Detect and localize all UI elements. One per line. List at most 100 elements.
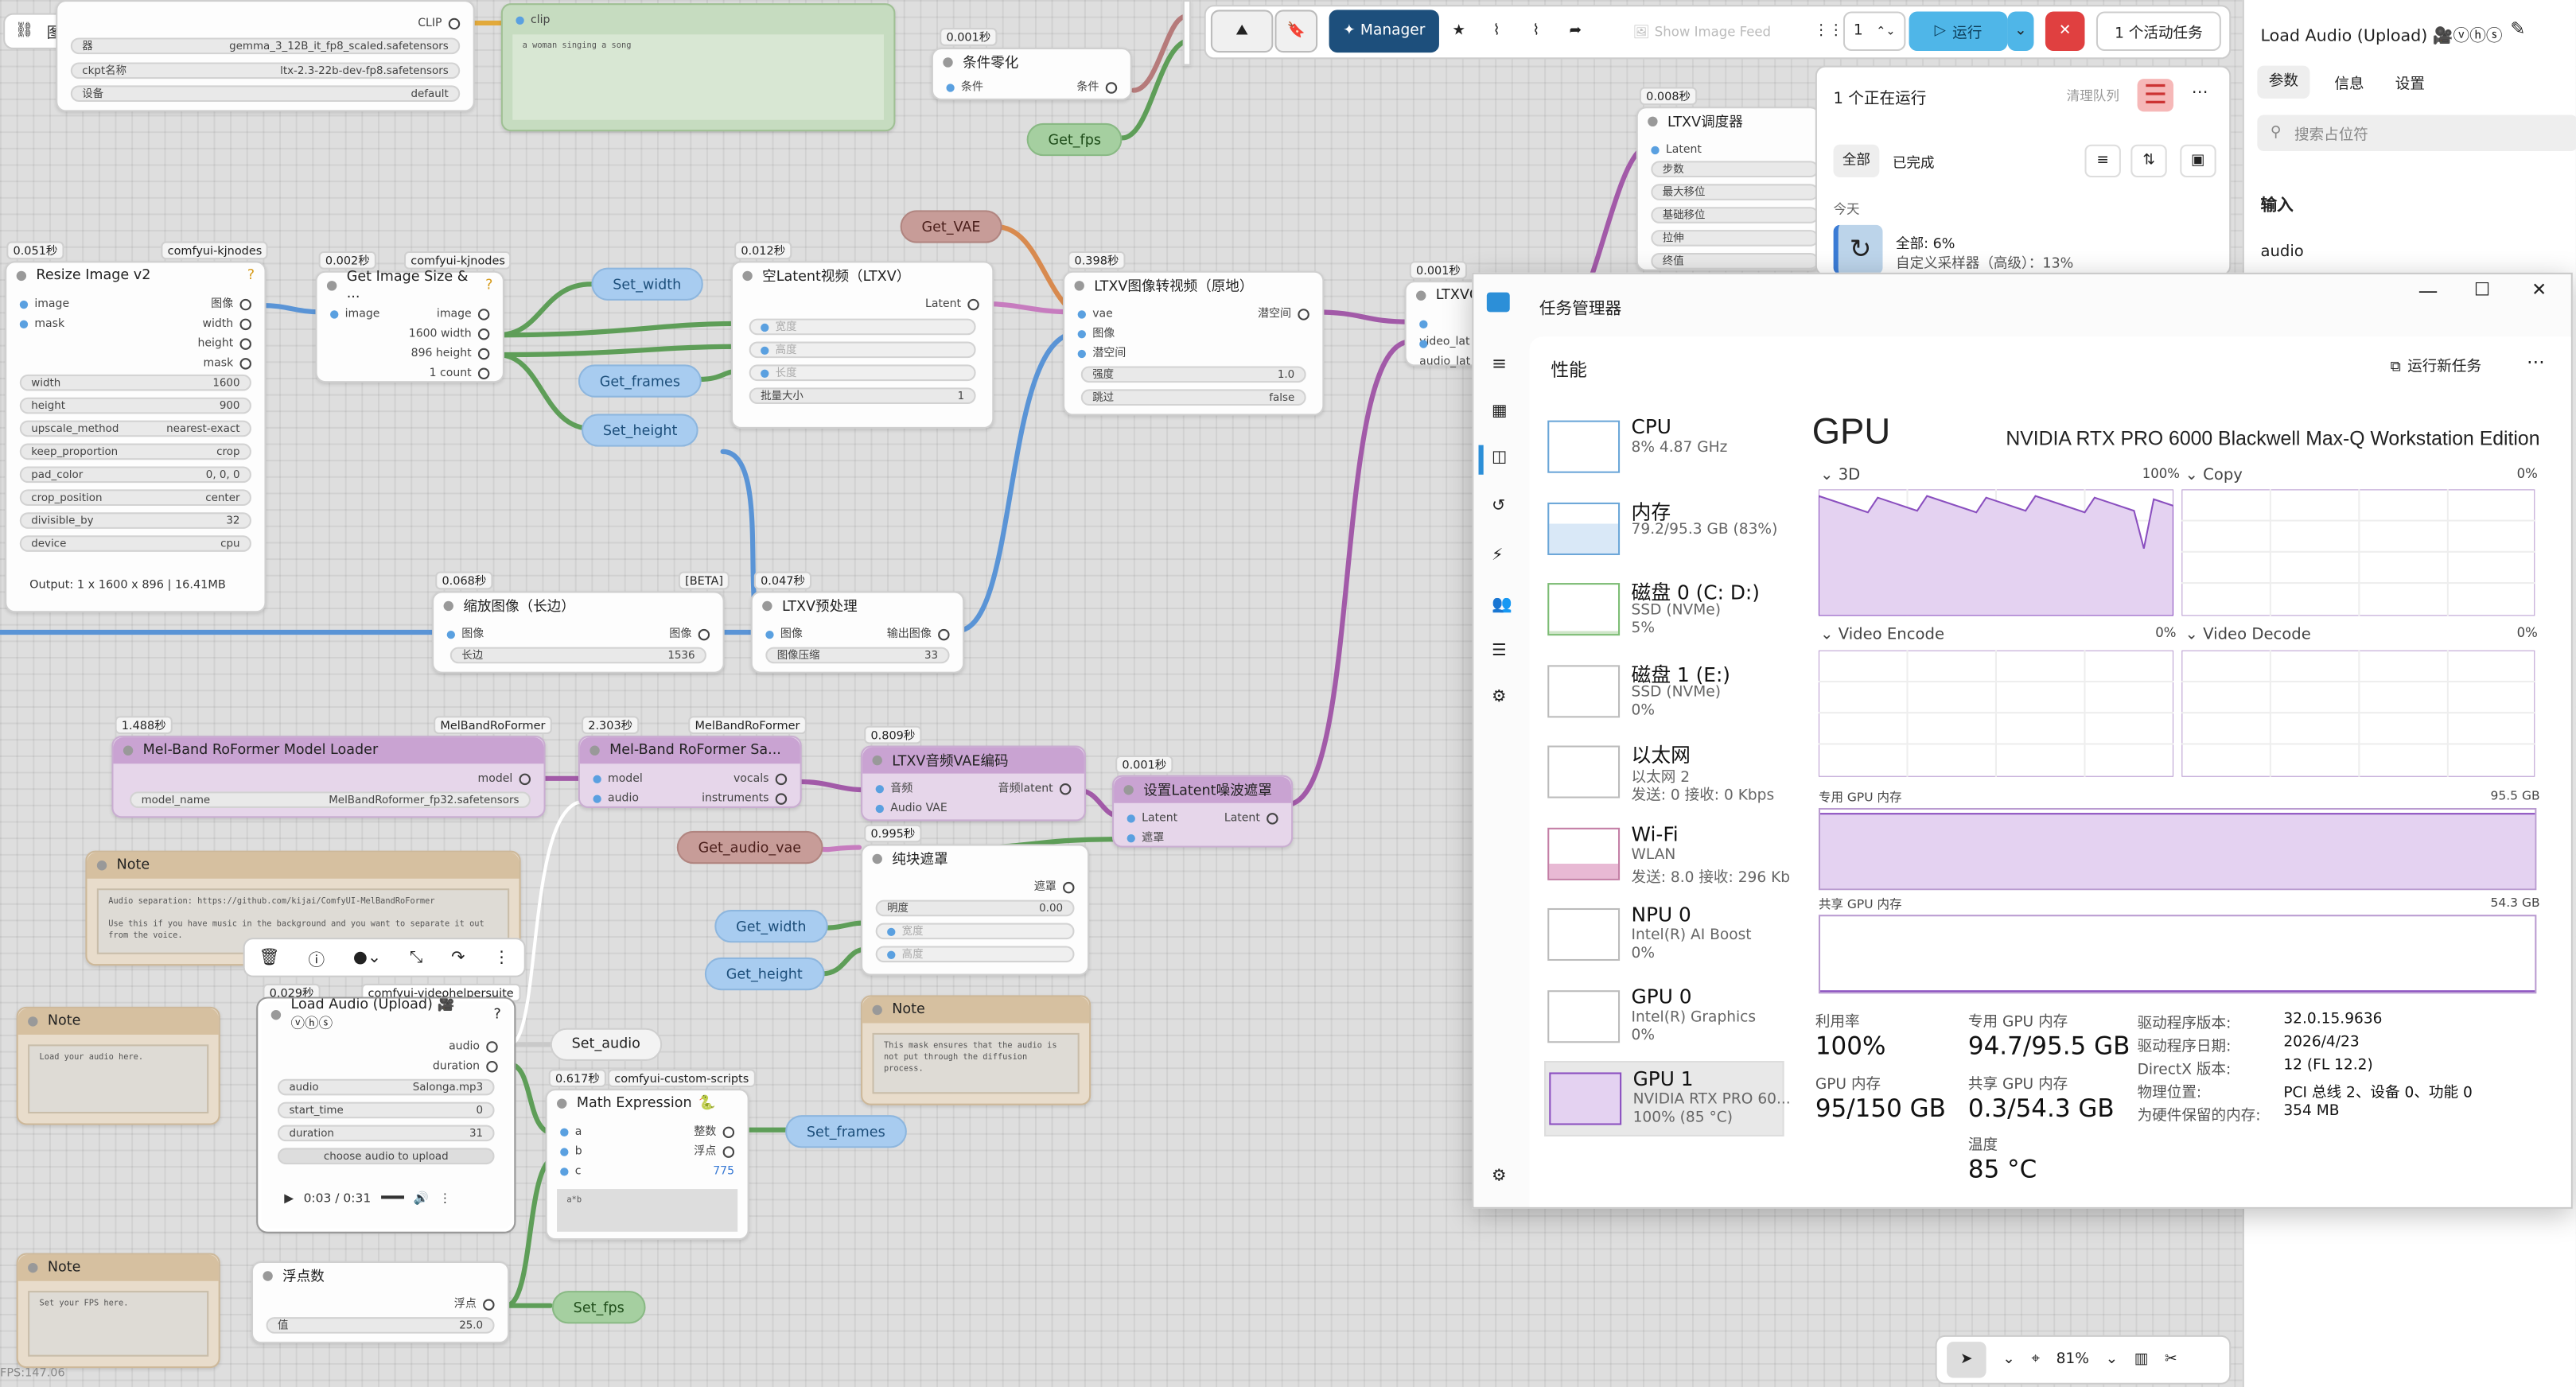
run-options-button[interactable]: ⌄: [2007, 11, 2034, 52]
hide-links-icon[interactable]: ✂: [2165, 1351, 2177, 1368]
zoom-level[interactable]: 81%: [2057, 1351, 2089, 1368]
clean-vram-button[interactable]: ⌇: [1479, 10, 1515, 52]
resize-widget-0[interactable]: width 1600: [19, 374, 251, 391]
bookmark-button[interactable]: 🔖: [1274, 10, 1318, 53]
perf-item-4[interactable]: 以太网 以太网 2 发送: 0 接收: 0 Kbps: [1544, 736, 1784, 811]
resize-widget-3[interactable]: keep_proportion crop: [19, 443, 251, 460]
set-latent-noise-mask-node[interactable]: 设置Latent噪波遮罩 Latent Latent 遮罩: [1112, 775, 1294, 848]
history-icon[interactable]: ↺: [1492, 498, 1505, 516]
resize-widget-5[interactable]: crop_position center: [19, 489, 251, 507]
users-icon[interactable]: 👥: [1492, 596, 1512, 615]
star-button[interactable]: ★: [1442, 10, 1475, 52]
seek-bar[interactable]: [380, 1195, 404, 1199]
manager-button[interactable]: ✦ Manager: [1329, 10, 1439, 53]
get-width-node[interactable]: Get_width: [714, 910, 828, 943]
prompt-textarea[interactable]: a woman singing a song: [512, 34, 884, 120]
perf-item-2[interactable]: 磁盘 0 (C: D:) SSD (NVMe) 5%: [1544, 573, 1784, 649]
clear-queue-button[interactable]: 清理队列: [2067, 87, 2119, 105]
ltxv-img-to-video-node[interactable]: LTXV图像转视频（原地） vae 潜空间 图像 潜空间 强度 1.0 跳过 fals…: [1063, 270, 1325, 416]
settings-gear-icon[interactable]: ⚙: [1492, 1167, 1507, 1186]
tab-settings[interactable]: 设置: [2395, 72, 2425, 94]
resize-widget-4[interactable]: pad_color 0, 0, 0: [19, 466, 251, 484]
ltxv-scheduler-node[interactable]: LTXV调度器 Latent 步数 最大移位 基础移位 拉伸 终值: [1636, 107, 1821, 271]
checkpoint-loader-node[interactable]: CLIP 器 gemma_3_12B_it_fp8_scaled.safetens…: [56, 0, 475, 112]
tab-info[interactable]: 信息: [2334, 72, 2364, 94]
get-fps-node[interactable]: Get_fps: [1026, 122, 1123, 157]
search-input[interactable]: ⚲ 搜索占位符: [2257, 115, 2576, 151]
get-height-node[interactable]: Get_height: [704, 957, 824, 991]
run-button[interactable]: ▷ 运行: [1909, 11, 2008, 52]
help-icon[interactable]: ?: [247, 268, 255, 285]
resize-widget-1[interactable]: height 900: [19, 397, 251, 414]
details-icon[interactable]: ☰: [1492, 642, 1507, 660]
performance-icon[interactable]: ◫: [1492, 449, 1508, 467]
note-fps[interactable]: Note Set your FPS here.: [16, 1253, 220, 1369]
set-audio-node[interactable]: Set_audio: [550, 1028, 662, 1061]
resize-image-node[interactable]: Resize Image v2? image 图像 mask width heigh…: [5, 261, 267, 613]
comfyui-canvas[interactable]: ⛓ 图形 ⌄ CLIP 器gemma_3_12B_it_fp8_scaled.s…: [0, 0, 2576, 1387]
ckpt-name-widget[interactable]: ckpt名称 ltx-2.3-22b-dev-fp8.safetensors: [70, 62, 461, 80]
note-load-audio[interactable]: Note Load your audio here.: [16, 1006, 220, 1125]
more-icon[interactable]: ⋮: [439, 1190, 451, 1205]
maximize-button[interactable]: ☐: [2474, 279, 2490, 301]
processes-icon[interactable]: ▦: [1492, 402, 1508, 421]
startup-icon[interactable]: ⚡: [1492, 547, 1504, 565]
minimize-button[interactable]: —: [2418, 279, 2438, 302]
upload-audio-button[interactable]: choose audio to upload: [277, 1148, 495, 1165]
scale-image-longest-side-node[interactable]: 缩放图像（长边） 图像 图像 长边 1536: [432, 591, 725, 674]
minimap-icon[interactable]: ▥: [2134, 1351, 2149, 1368]
ltxv-preprocess-node[interactable]: LTXV预处理 图像 输出图像 图像压缩 33: [750, 591, 965, 674]
set-fps-node[interactable]: Set_fps: [551, 1291, 646, 1324]
tab-params[interactable]: 参数: [2257, 65, 2310, 99]
tab-completed[interactable]: 已完成: [1893, 153, 1935, 173]
tab-all[interactable]: 全部: [1833, 144, 1880, 178]
perf-item-5[interactable]: Wi-Fi WLAN 发送: 8.0 接收: 296 Kb: [1544, 817, 1790, 892]
melband-sampler-node[interactable]: Mel-Band RoFormer Sa... model vocals audi…: [578, 736, 802, 808]
solid-mask-node[interactable]: 纯块遮罩 遮罩 明度 0.00 宽度 高度: [861, 844, 1090, 976]
value-widget[interactable]: 明度 0.00: [875, 899, 1075, 917]
float-value-widget[interactable]: 值 25.0: [266, 1317, 495, 1334]
logo-button[interactable]: ⛰: [1210, 10, 1274, 53]
run-new-task-button[interactable]: ⧉ 运行新任务: [2391, 355, 2482, 376]
conditioning-zero-node[interactable]: 条件零化 条件 条件: [931, 47, 1132, 100]
close-window-button[interactable]: ✕: [2531, 279, 2547, 301]
chevron-down-icon[interactable]: ⌄: [2106, 1351, 2119, 1368]
resize-widget-2[interactable]: upscale_method nearest-exact: [19, 420, 251, 437]
audio-player[interactable]: ▶ 0:03 / 0:31 🔊 ⋮: [284, 1183, 491, 1212]
audio-file-widget[interactable]: audio Salonga.mp3: [277, 1078, 495, 1096]
help-icon[interactable]: ?: [485, 278, 492, 294]
get-frames-node[interactable]: Get_frames: [578, 364, 702, 398]
trash-icon[interactable]: 🗑: [259, 949, 280, 967]
model-name-widget[interactable]: model_name MelBandRoformer_fp32.safetenso…: [130, 791, 531, 808]
unload-button[interactable]: ⌇: [1518, 10, 1554, 52]
clear-list-icon[interactable]: ☰: [2137, 79, 2173, 112]
perf-item-7[interactable]: GPU 0 Intel(R) Graphics 0%: [1544, 980, 1784, 1055]
strength-widget[interactable]: 强度 1.0: [1080, 366, 1306, 383]
batch-count-input[interactable]: 1 ⌃⌄: [1843, 11, 1906, 52]
duration-widget[interactable]: duration 31: [277, 1125, 495, 1142]
device-widget[interactable]: 设备 default: [70, 85, 461, 103]
start-time-widget[interactable]: start_time 0: [277, 1101, 495, 1119]
active-tasks-button[interactable]: 1 个活动任务: [2095, 11, 2221, 52]
perf-item-0[interactable]: CPU 8% 4.87 GHz: [1544, 410, 1784, 486]
set-width-node[interactable]: Set_width: [591, 267, 703, 301]
clip-name-widget[interactable]: 器 gemma_3_12B_it_fp8_scaled.safetensors: [70, 37, 461, 55]
more-icon[interactable]: ⋮: [493, 949, 510, 967]
longest-side-widget[interactable]: 长边 1536: [449, 647, 706, 664]
clip-output[interactable]: CLIP: [418, 15, 460, 33]
get-audio-vae-node[interactable]: Get_audio_vae: [676, 830, 823, 864]
bypass-toggle[interactable]: 跳过 false: [1080, 389, 1306, 406]
img-compression-widget[interactable]: 图像压缩 33: [765, 647, 950, 664]
info-icon[interactable]: ⓘ: [308, 945, 325, 970]
chevron-down-icon[interactable]: ⌄: [2002, 1351, 2015, 1368]
resize-widget-6[interactable]: divisible_by 32: [19, 512, 251, 529]
help-icon[interactable]: ?: [494, 1007, 501, 1024]
perf-item-8[interactable]: GPU 1 NVIDIA RTX PRO 60... 100% (85 °C): [1544, 1060, 1791, 1136]
melband-loader-node[interactable]: Mel-Band RoFormer Model Loader model mod…: [111, 736, 546, 818]
graph-3d-label[interactable]: ⌄ 3D: [1820, 466, 1860, 484]
graph-copy-label[interactable]: ⌄ Copy: [2185, 466, 2242, 484]
empty-latent-video-node[interactable]: 空Latent视频（LTXV） Latent 宽度 高度 长度 批量大小 1: [730, 261, 994, 429]
select-pointer-icon[interactable]: ➤: [1947, 1342, 1986, 1378]
sort-icon[interactable]: ⇅: [2130, 144, 2167, 178]
set-height-node[interactable]: Set_height: [582, 414, 699, 447]
